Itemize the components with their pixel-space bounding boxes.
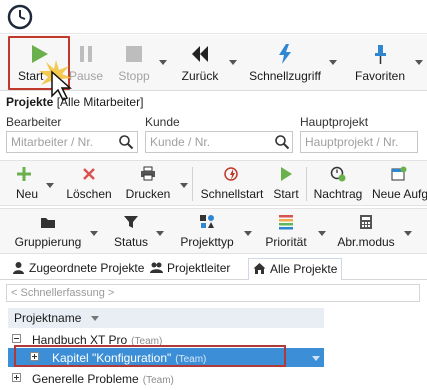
pin-icon <box>375 45 386 64</box>
clock-add-icon <box>330 166 346 182</box>
neu-label: Neu <box>16 187 39 201</box>
play-icon <box>281 167 292 181</box>
quick-entry-input[interactable]: < Schnellerfassung > <box>6 284 420 302</box>
stopp-button[interactable]: Stopp <box>112 39 156 87</box>
search-icon[interactable] <box>274 134 290 150</box>
nachtrag-button[interactable]: Nachtrag <box>310 163 366 205</box>
search-icon[interactable] <box>118 134 134 150</box>
neu-button[interactable]: Neu <box>4 163 44 205</box>
collapse-icon[interactable] <box>12 334 21 343</box>
kunde-label: Kunde <box>145 115 180 129</box>
status-button[interactable]: Status <box>110 211 152 253</box>
tab-projektleiter-label: Projektleiter <box>167 261 231 275</box>
calculator-icon <box>360 215 372 229</box>
tree-row[interactable]: Generelle Probleme (Team) <box>8 369 324 388</box>
title-bar <box>0 0 427 34</box>
project-tabs: Zugeordnete Projekte Projektleiter Alle … <box>0 256 427 280</box>
folder-icon <box>41 218 55 228</box>
section-title-text: Projekte <box>6 95 54 109</box>
drucken-dropdown-icon[interactable] <box>180 181 188 189</box>
lightning-icon <box>279 44 291 64</box>
zurueck-dropdown-icon[interactable] <box>228 57 238 67</box>
schnellzugriff-label: Schnellzugriff <box>249 69 321 83</box>
printer-icon <box>141 166 155 181</box>
gruppierung-button[interactable]: Gruppierung <box>10 211 86 253</box>
row-dropdown-icon[interactable] <box>312 354 320 362</box>
projekttyp-button[interactable]: Projekttyp <box>174 211 240 253</box>
rewind-icon <box>192 46 208 62</box>
drucken-button[interactable]: Drucken <box>120 163 176 205</box>
neue-aufgabe-button[interactable]: Neue Aufg <box>370 163 427 205</box>
loeschen-button[interactable]: Löschen <box>62 163 116 205</box>
prioritaet-label: Priorität <box>265 235 307 249</box>
neu-dropdown-icon[interactable] <box>46 181 54 189</box>
neue-aufgabe-label: Neue Aufg <box>372 187 427 201</box>
gruppierung-dropdown-icon[interactable] <box>90 229 98 237</box>
drucken-label: Drucken <box>125 187 171 201</box>
schnellstart-label: Schnellstart <box>200 187 264 201</box>
kunde-input[interactable]: Kunde / Nr. <box>145 131 293 153</box>
tab-alle-label: Alle Projekte <box>270 262 338 276</box>
toolbar-divider <box>192 167 193 201</box>
prioritaet-button[interactable]: Priorität <box>258 211 314 253</box>
schnellzugriff-dropdown-icon[interactable] <box>328 57 338 67</box>
expand-icon[interactable] <box>12 373 21 382</box>
tree-row-label: Generelle Probleme (Team) <box>32 372 174 386</box>
row-name: Generelle Probleme <box>32 372 139 386</box>
zurueck-label: Zurück <box>181 69 219 83</box>
clock-lightning-icon <box>224 167 238 181</box>
row-highlight-box <box>14 345 286 367</box>
filter-bar: Bearbeiter Mitarbeiter / Nr. Kunde Kunde… <box>0 112 427 158</box>
schnellstart-button[interactable]: Schnellstart <box>198 163 266 205</box>
start-action-label: Start <box>273 187 299 201</box>
filter-icon <box>124 216 138 228</box>
clock-icon <box>7 4 33 30</box>
hauptprojekt-label: Hauptprojekt <box>300 115 369 129</box>
loeschen-label: Löschen <box>66 187 112 201</box>
users-icon <box>150 262 163 273</box>
projekttyp-dropdown-icon[interactable] <box>244 229 252 237</box>
priority-bars-icon <box>279 215 293 230</box>
status-label: Status <box>113 235 149 249</box>
team-badge: (Team) <box>142 375 174 386</box>
toolbar-divider <box>306 167 307 201</box>
user-icon <box>13 262 24 274</box>
nachtrag-label: Nachtrag <box>313 187 363 201</box>
status-dropdown-icon[interactable] <box>156 229 164 237</box>
abr-modus-dropdown-icon[interactable] <box>404 229 412 237</box>
prioritaet-dropdown-icon[interactable] <box>318 229 326 237</box>
pause-icon <box>80 46 92 62</box>
stop-icon <box>126 46 142 62</box>
calendar-add-icon <box>391 166 407 181</box>
sort-down-icon <box>90 316 99 321</box>
favoriten-dropdown-icon[interactable] <box>414 57 424 67</box>
tab-alle-projekte[interactable]: Alle Projekte <box>248 258 343 280</box>
bearbeiter-label: Bearbeiter <box>6 115 62 129</box>
grouping-toolbar: Gruppierung Status Projekttyp Priorität … <box>0 208 427 254</box>
hauptprojekt-input[interactable]: Hauptprojekt / Nr. <box>300 131 418 153</box>
shapes-icon <box>200 215 214 228</box>
delete-x-icon <box>83 168 95 180</box>
zurueck-button[interactable]: Zurück <box>172 39 228 87</box>
stopp-label: Stopp <box>118 69 150 83</box>
gruppierung-label: Gruppierung <box>14 235 82 249</box>
favoriten-button[interactable]: Favoriten <box>344 39 416 87</box>
abr-modus-label: Abr.modus <box>337 235 395 249</box>
home-icon <box>253 263 266 274</box>
schnellzugriff-button[interactable]: Schnellzugriff <box>244 39 326 87</box>
action-toolbar: Neu Löschen Drucken Schnellstart Start N… <box>0 160 427 206</box>
tab-zugeordnete-projekte[interactable]: Zugeordnete Projekte <box>8 258 148 280</box>
section-title: Projekte [Alle Mitarbeiter] <box>6 95 143 109</box>
projektname-column-header[interactable]: Projektname <box>8 308 324 328</box>
stopp-dropdown-icon[interactable] <box>158 57 168 67</box>
projektname-header-label: Projektname <box>14 311 82 325</box>
abr-modus-button[interactable]: Abr.modus <box>334 211 398 253</box>
section-scope: [Alle Mitarbeiter] <box>56 95 144 109</box>
plus-icon <box>17 167 31 181</box>
start-action-button[interactable]: Start <box>270 163 302 205</box>
projekttyp-label: Projekttyp <box>180 235 234 249</box>
tab-projektleiter[interactable]: Projektleiter <box>146 258 234 280</box>
tab-zugeordnete-label: Zugeordnete Projekte <box>29 261 145 275</box>
favoriten-label: Favoriten <box>354 69 406 83</box>
